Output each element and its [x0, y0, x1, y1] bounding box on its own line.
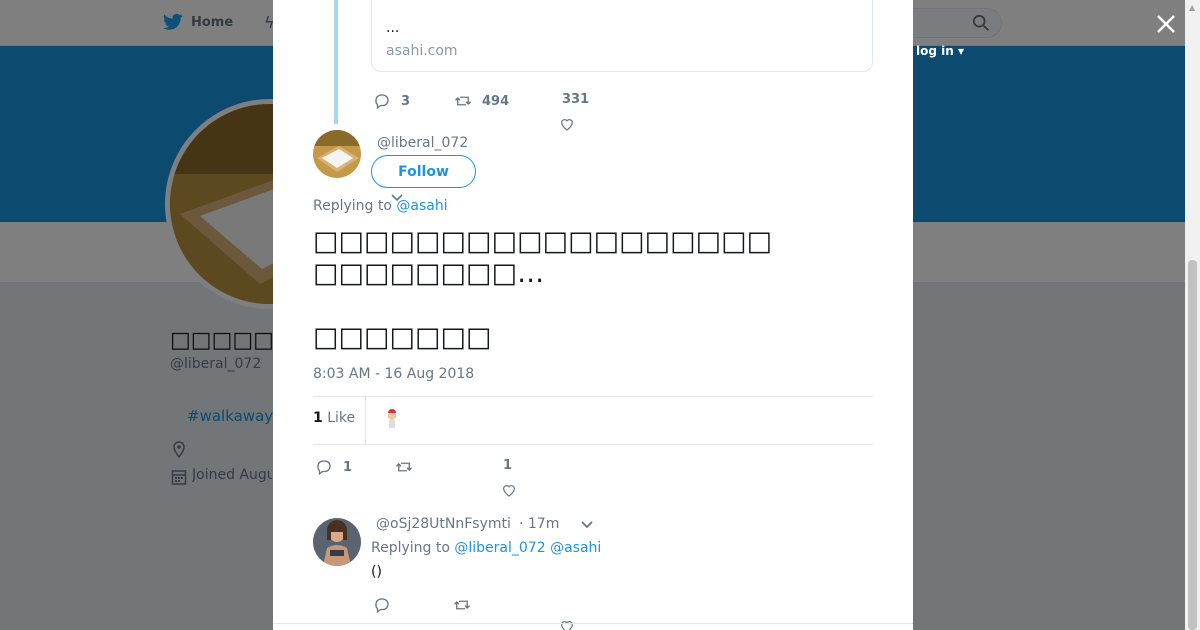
- reply-count: 1: [343, 459, 353, 475]
- reply-user-handle[interactable]: @oSj28UtNnFsymti: [376, 516, 511, 532]
- follow-button[interactable]: Follow: [371, 155, 476, 188]
- user-handle[interactable]: @liberal_072: [377, 135, 468, 151]
- tweet-text-line-1: □□□□□□□□□□□□□□□□□□: [313, 226, 773, 257]
- card-description: ...: [386, 20, 400, 36]
- likes-stat-label: Like: [322, 410, 356, 426]
- reply-action[interactable]: [373, 596, 391, 614]
- retweet-icon: [454, 600, 470, 610]
- user-avatar[interactable]: [313, 130, 361, 178]
- retweet-action[interactable]: [453, 596, 471, 614]
- page-scrollbar[interactable]: ▲: [1185, 0, 1200, 630]
- retweet-count: 494: [482, 93, 510, 109]
- divider: [273, 623, 913, 624]
- tweet-text: □□□□□□□□□□□□□□□□□□ □□□□□□□□…: [313, 226, 873, 290]
- replying-to: Replying to @asahi: [313, 198, 448, 214]
- mention-link[interactable]: @asahi: [550, 540, 601, 556]
- likes-stat[interactable]: 1 Like: [313, 410, 355, 426]
- reply-icon: [317, 460, 331, 476]
- divider: [313, 396, 873, 397]
- reply-replying-prefix: Replying to: [371, 540, 455, 556]
- like-count: 1: [503, 458, 513, 473]
- scrollbar-thumb[interactable]: [1188, 260, 1197, 630]
- like-action[interactable]: 331: [562, 92, 589, 107]
- tweet-modal: ... asahi.com 3 494 331 @liberal_072 Fol…: [273, 0, 913, 630]
- thread-connector-line: [334, 0, 338, 124]
- reply-count: 3: [401, 93, 411, 109]
- retweet-action[interactable]: [395, 458, 423, 476]
- like-count: 331: [562, 92, 590, 107]
- chevron-down-icon[interactable]: [580, 519, 594, 531]
- reply-text: (): [371, 564, 382, 580]
- retweet-action[interactable]: 494: [454, 92, 509, 110]
- divider: [365, 397, 366, 444]
- reply-timestamp[interactable]: · 17m: [519, 516, 559, 532]
- reply-action[interactable]: 3: [373, 92, 410, 110]
- card-domain: asahi.com: [386, 43, 458, 59]
- tweet-text-line-2: □□□□□□□□…: [313, 258, 545, 289]
- retweet-icon: [455, 96, 471, 106]
- heart-icon[interactable]: [501, 482, 517, 498]
- heart-icon[interactable]: [559, 116, 575, 132]
- reply-replying-to: Replying to @liberal_072 @asahi: [371, 540, 601, 556]
- reply-icon: [375, 598, 389, 614]
- heart-icon[interactable]: [559, 618, 575, 630]
- liker-avatar[interactable]: [381, 408, 403, 430]
- like-action[interactable]: 1: [503, 458, 512, 473]
- reply-action[interactable]: 1: [315, 458, 352, 476]
- divider: [313, 444, 873, 445]
- login-link[interactable]: log in ▾: [916, 44, 964, 58]
- mention-link[interactable]: @liberal_072: [454, 540, 545, 556]
- link-preview-card[interactable]: ... asahi.com: [371, 0, 873, 72]
- reply-user-avatar[interactable]: [313, 518, 361, 566]
- likes-stat-count: 1: [313, 410, 323, 426]
- tweet-text-line-3: □□□□□□□: [313, 322, 492, 353]
- mention-link[interactable]: @asahi: [396, 198, 447, 214]
- close-icon[interactable]: [1154, 12, 1178, 36]
- tweet-timestamp[interactable]: 8:03 AM - 16 Aug 2018: [313, 366, 474, 382]
- scroll-up-arrow-icon[interactable]: ▲: [1189, 3, 1195, 12]
- replying-prefix: Replying to: [313, 198, 397, 214]
- reply-icon: [375, 94, 389, 110]
- retweet-icon: [396, 462, 412, 472]
